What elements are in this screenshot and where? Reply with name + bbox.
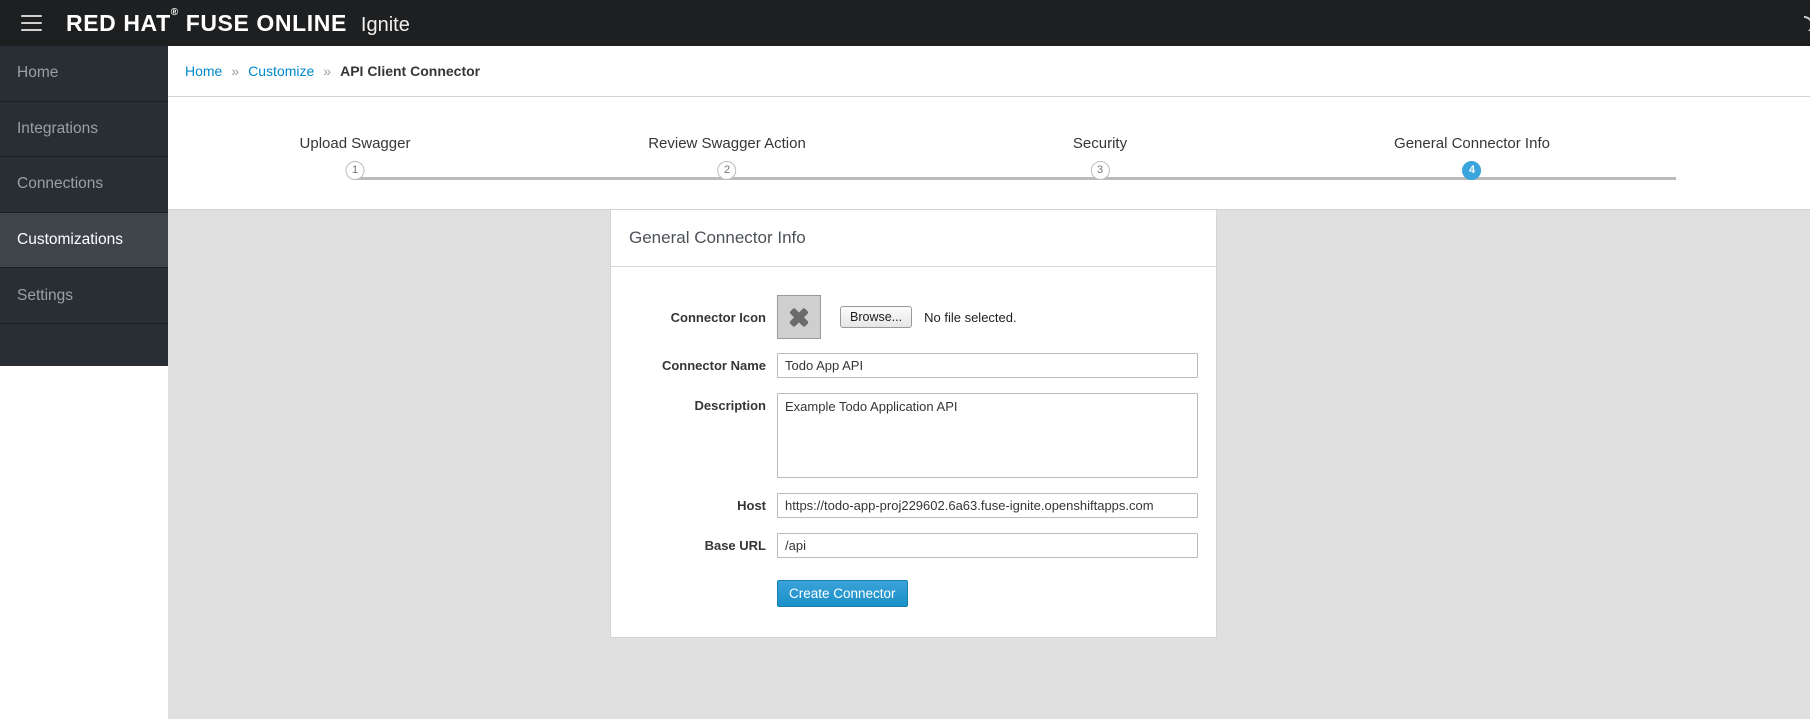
form-row-description: Description	[611, 393, 1198, 478]
wizard-step-number: 2	[717, 161, 737, 180]
wizard-step-label: Upload Swagger	[299, 135, 411, 152]
breadcrumb-separator-icon: »	[323, 63, 332, 79]
wizard-steps: Upload Swagger 1 Review Swagger Action 2…	[168, 97, 1810, 210]
host-input[interactable]	[777, 493, 1198, 518]
sidebar-item-label: Connections	[17, 175, 104, 193]
content-area: General Connector Info Connector Icon Br…	[168, 210, 1810, 719]
description-textarea[interactable]	[777, 393, 1198, 478]
sidebar-item-customizations[interactable]: Customizations	[0, 212, 168, 269]
registered-mark-icon: ®	[170, 6, 179, 18]
broken-image-x-glyph	[786, 304, 812, 330]
form-row-base-url: Base URL	[611, 533, 1198, 558]
sidebar-item-integrations[interactable]: Integrations	[0, 102, 168, 158]
connector-name-input[interactable]	[777, 353, 1198, 378]
wizard-step-3[interactable]: Security 3	[1073, 135, 1127, 180]
form-actions: Create Connector	[611, 580, 1198, 607]
sidebar-item-label: Customizations	[17, 231, 123, 249]
create-connector-button[interactable]: Create Connector	[777, 580, 908, 607]
top-navbar: RED HAT® FUSE ONLINE Ignite	[0, 0, 1810, 46]
sidebar-item-home[interactable]: Home	[0, 46, 168, 102]
breadcrumb-separator-icon: »	[231, 63, 240, 79]
host-label: Host	[737, 498, 766, 513]
wizard-step-number: 3	[1090, 161, 1110, 180]
connector-name-label: Connector Name	[661, 358, 766, 373]
hamburger-bar	[20, 15, 42, 18]
hamburger-menu-icon[interactable]	[8, 0, 54, 46]
form-row-host: Host	[611, 493, 1198, 518]
wizard-step-label: Security	[1072, 135, 1128, 152]
description-label: Description	[694, 398, 766, 413]
file-upload-group: Browse... No file selected.	[840, 306, 1017, 328]
sidebar-item-connections[interactable]: Connections	[0, 157, 168, 213]
form-actions-spacer	[611, 580, 777, 607]
breadcrumb-item-home[interactable]: Home	[185, 63, 222, 79]
brand-title: RED HAT® FUSE ONLINE	[66, 6, 347, 36]
connector-icon-label: Connector Icon	[670, 309, 766, 325]
sidebar-item-settings[interactable]: Settings	[0, 268, 168, 324]
brand-logo[interactable]: RED HAT® FUSE ONLINE Ignite	[66, 6, 410, 37]
wizard-step-number: 4	[1462, 161, 1482, 180]
connector-form: Connector Icon Browse... No file selecte…	[611, 267, 1216, 637]
file-selected-status: No file selected.	[924, 309, 1017, 325]
hamburger-bar	[20, 22, 42, 24]
sidebar-item-label: Integrations	[17, 119, 98, 137]
base-url-input[interactable]	[777, 533, 1198, 558]
form-row-connector-icon: Connector Icon Browse... No file selecte…	[611, 295, 1198, 339]
navbar-right-actions	[1804, 0, 1810, 46]
breadcrumb-item-current: API Client Connector	[340, 63, 481, 79]
wizard-step-label: Review Swagger Action	[648, 135, 806, 152]
sidebar-nav: Home Integrations Connections Customizat…	[0, 46, 168, 366]
broken-image-icon	[777, 295, 821, 339]
browse-button[interactable]: Browse...	[840, 306, 913, 328]
main-content: Home » Customize » API Client Connector …	[168, 46, 1810, 720]
sidebar-item-label: Settings	[17, 286, 74, 304]
wizard-step-2[interactable]: Review Swagger Action 2	[648, 135, 806, 180]
breadcrumb-item-customize[interactable]: Customize	[248, 63, 314, 79]
wizard-step-4[interactable]: General Connector Info 4	[1394, 135, 1550, 180]
brand-subtitle: Ignite	[360, 13, 410, 36]
base-url-label: Base URL	[704, 538, 766, 553]
help-circle-icon[interactable]	[1804, 15, 1810, 31]
form-row-connector-name: Connector Name	[611, 353, 1198, 378]
sidebar-item-label: Home	[17, 64, 59, 82]
breadcrumb: Home » Customize » API Client Connector	[168, 46, 1810, 97]
connector-info-card: General Connector Info Connector Icon Br…	[610, 210, 1217, 638]
hamburger-bar	[20, 28, 42, 31]
card-title: General Connector Info	[611, 210, 1216, 267]
wizard-step-label: General Connector Info	[1394, 135, 1550, 152]
wizard-step-number: 1	[345, 161, 365, 180]
wizard-step-1[interactable]: Upload Swagger 1	[299, 135, 411, 180]
